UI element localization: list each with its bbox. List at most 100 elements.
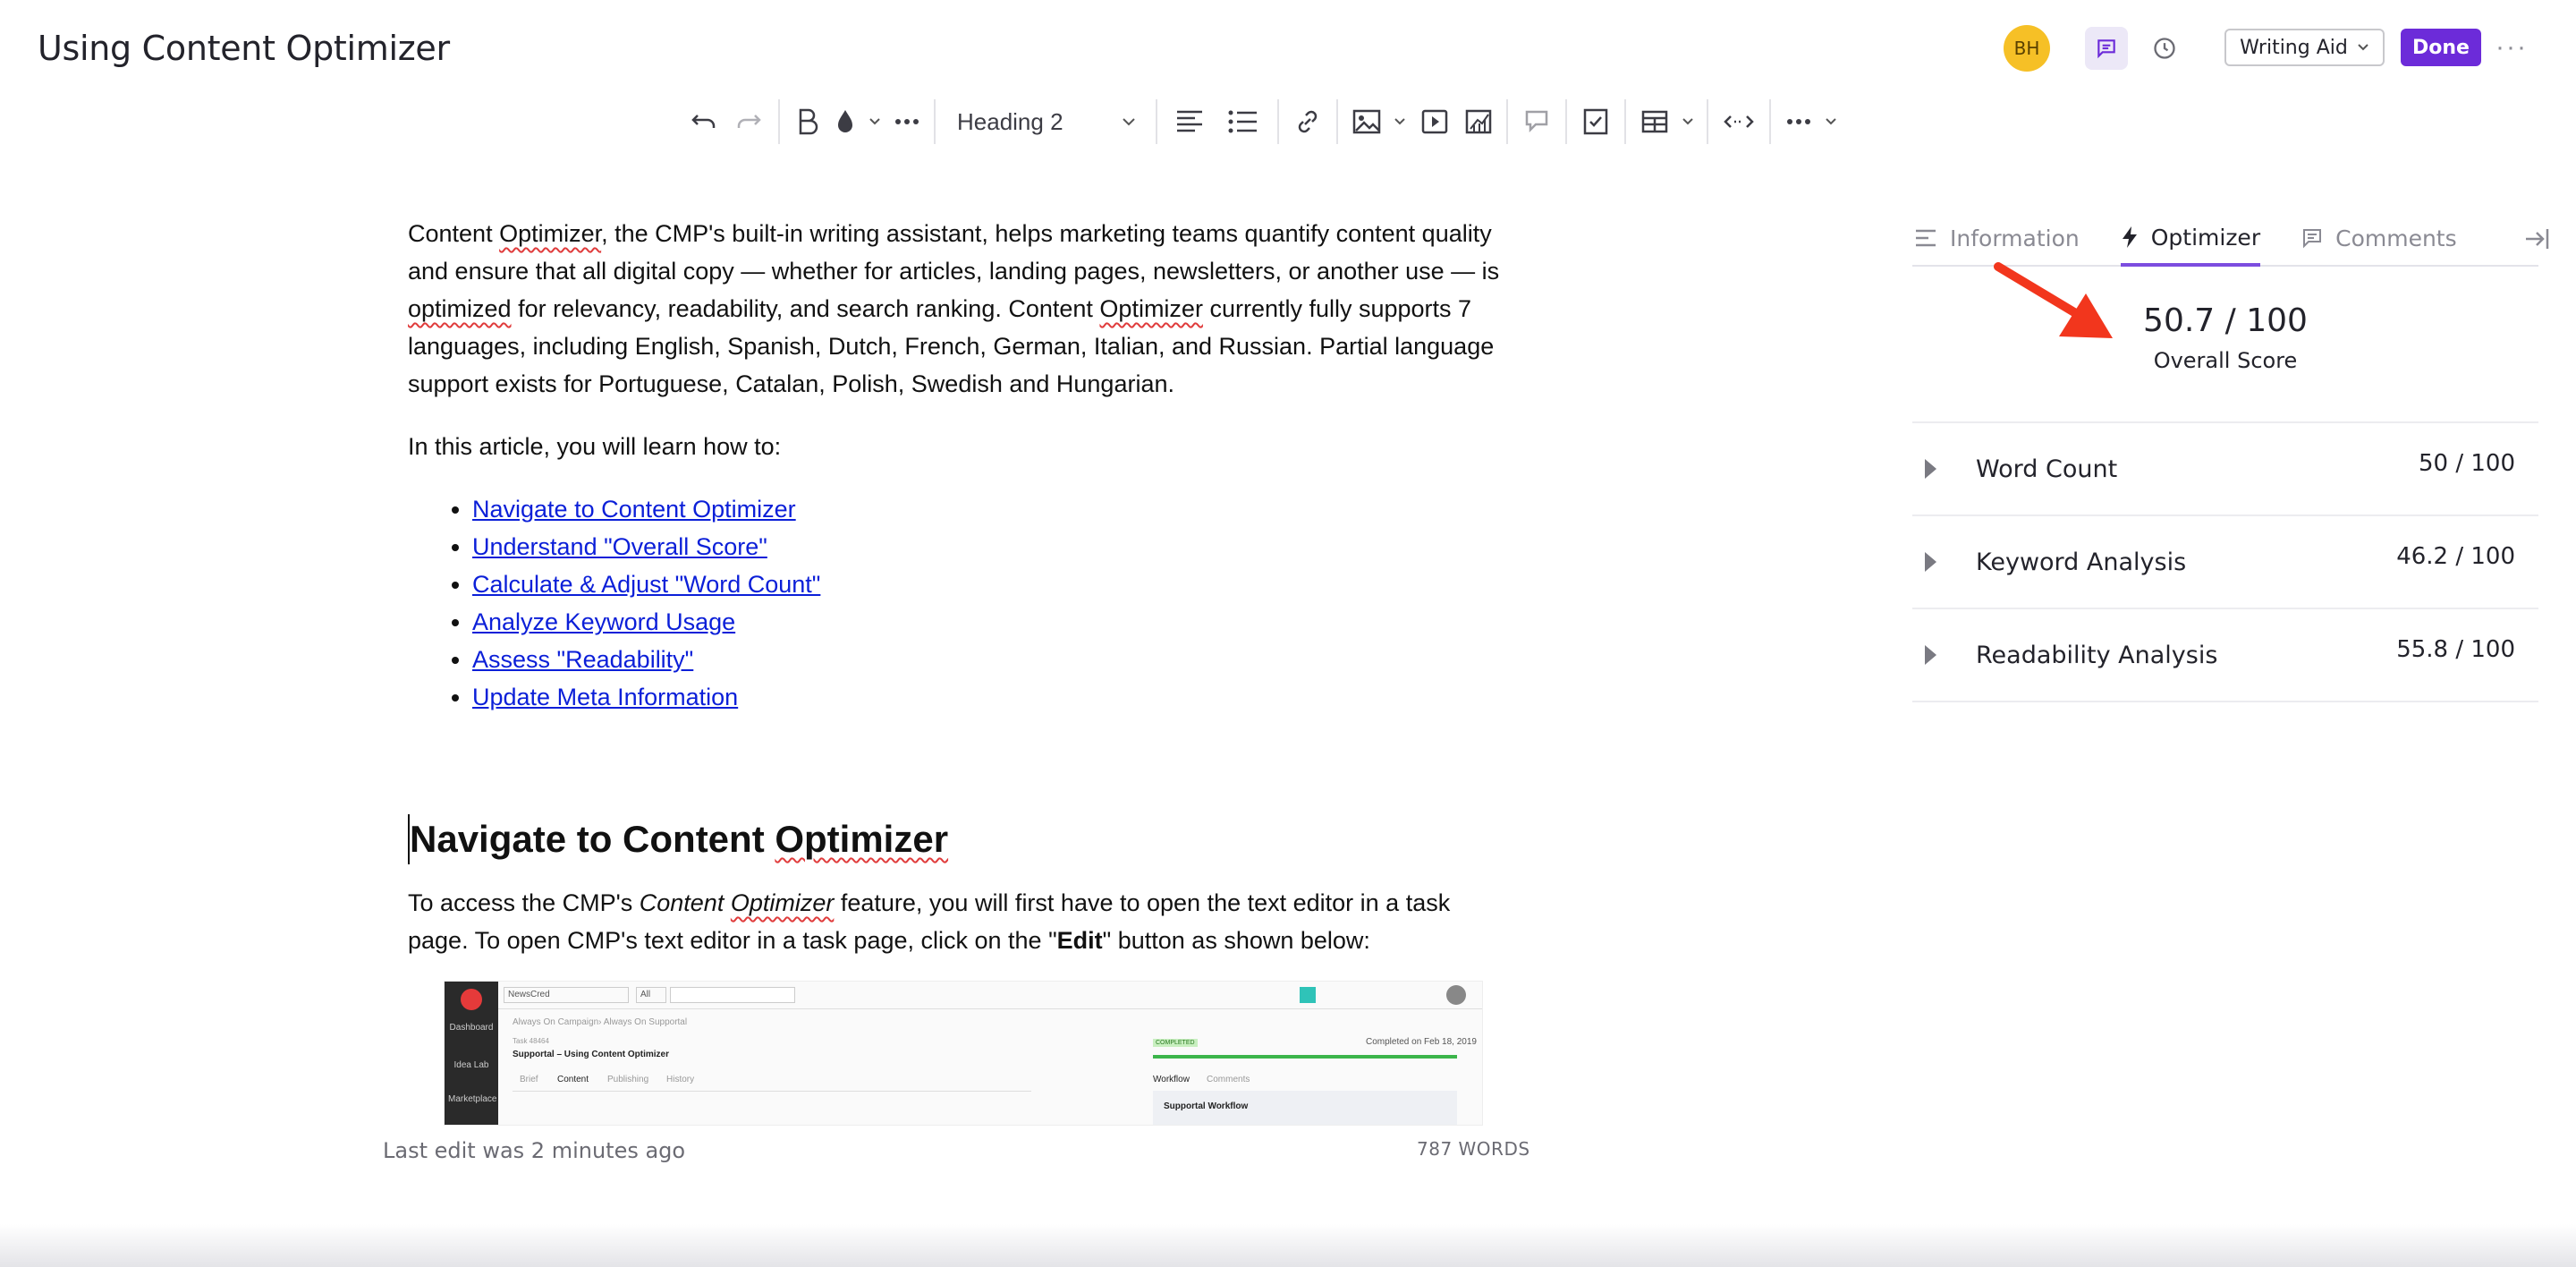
spelling-flag: Optimizer [1099, 295, 1203, 322]
embed-status-badge: COMPLETED [1153, 1039, 1198, 1047]
bullet-list-button[interactable] [1215, 98, 1270, 145]
embed-workspace-select: NewsCred [504, 987, 629, 1003]
toolbar-divider [1277, 99, 1279, 144]
image-icon [1352, 109, 1381, 134]
collapse-panel-button[interactable] [2524, 227, 2551, 255]
spelling-flag: optimized [408, 295, 512, 322]
insert-image-button[interactable] [1345, 98, 1388, 145]
link-button[interactable] [1286, 98, 1329, 145]
embed-progress-bar [1153, 1055, 1457, 1059]
insert-chart-button[interactable] [1458, 98, 1499, 145]
comment-flag-icon [1525, 110, 1548, 133]
embed-task-title: Supportal – Using Content Optimizer [513, 1050, 670, 1059]
toolbar-divider [1506, 99, 1508, 144]
toc-link[interactable]: Analyze Keyword Usage [472, 608, 735, 635]
toolbar-divider [1156, 99, 1157, 144]
embed-wf-tab: Comments [1207, 1075, 1250, 1084]
more-tools-button[interactable] [1778, 98, 1819, 145]
writing-aid-dropdown[interactable]: Writing Aid [2224, 29, 2385, 66]
spelling-flag: Optimizer [775, 818, 949, 860]
embed-workflow-name: Supportal Workflow [1164, 1101, 1249, 1111]
insert-checklist-button[interactable] [1574, 98, 1617, 145]
clock-icon [2154, 38, 2175, 59]
toolbar-divider [778, 99, 780, 144]
metric-name: Word Count [1976, 455, 2118, 483]
toc-link[interactable]: Assess "Readability" [472, 646, 693, 673]
embed-tab: Content [557, 1075, 589, 1084]
chevron-down-icon [1394, 118, 1405, 125]
add-comment-button[interactable] [1515, 98, 1558, 145]
document-title[interactable]: Using Content Optimizer [38, 29, 450, 68]
insert-image-dropdown[interactable] [1388, 98, 1411, 145]
embed-sidebar: Dashboard Idea Lab Marketplace [445, 982, 498, 1125]
embed-tab: Publishing [607, 1075, 649, 1084]
more-options-icon[interactable]: ··· [2496, 32, 2528, 63]
insert-table-dropdown[interactable] [1676, 98, 1699, 145]
annotation-arrow-icon [1994, 262, 2113, 338]
chart-icon [1465, 109, 1492, 134]
tab-optimizer[interactable]: Optimizer [2120, 211, 2261, 267]
spelling-flag: Optimizer [730, 889, 835, 916]
bullet-list-icon [1228, 110, 1257, 133]
score-breakdown: Word Count 50 / 100 Keyword Analysis 46.… [1912, 421, 2538, 702]
undo-button[interactable] [682, 98, 726, 145]
list-item: Navigate to Content Optimizer [472, 490, 1508, 528]
collapse-right-icon [2526, 229, 2549, 249]
ellipsis-icon [1787, 119, 1810, 124]
chevron-down-icon [1682, 118, 1693, 125]
done-button[interactable]: Done [2401, 29, 2481, 66]
redo-button[interactable] [726, 98, 771, 145]
panel-tabs: Information Optimizer Comments [1912, 210, 2549, 267]
redo-icon [737, 115, 761, 128]
align-button[interactable] [1165, 98, 1215, 145]
bold-button[interactable] [787, 98, 828, 145]
block-style-value: Heading 2 [957, 107, 1063, 135]
table-icon [1641, 110, 1668, 133]
more-formatting-button[interactable] [887, 98, 927, 145]
embed-breadcrumb: Always On Campaign› Always On Supportal [513, 1017, 688, 1027]
toc-link[interactable]: Calculate & Adjust "Word Count" [472, 571, 820, 598]
toc-list: Navigate to Content Optimizer Understand… [472, 490, 1508, 716]
intro-paragraph: Content Optimizer, the CMP's built-in wr… [408, 220, 1500, 397]
text-color-button[interactable] [828, 98, 862, 145]
history-button[interactable] [2143, 27, 2186, 70]
editor-toolbar: Heading 2 [682, 98, 1843, 145]
chevron-down-icon [1826, 118, 1836, 125]
insert-table-button[interactable] [1633, 98, 1676, 145]
embed-tab: History [666, 1075, 695, 1084]
embed-add-icon [1300, 987, 1316, 1003]
toc-link[interactable]: Update Meta Information [472, 684, 738, 710]
expand-triangle-icon [1925, 552, 1936, 572]
list-item: Analyze Keyword Usage [472, 603, 1508, 641]
embed-tab: Brief [520, 1075, 538, 1084]
toolbar-divider [1707, 99, 1708, 144]
tab-information[interactable]: Information [1914, 210, 2080, 266]
toc-link[interactable]: Navigate to Content Optimizer [472, 496, 796, 523]
embed-nav-item: Idea Lab [453, 1060, 489, 1070]
info-lines-icon [1916, 229, 1936, 247]
tab-comments[interactable]: Comments [2301, 210, 2457, 266]
more-tools-dropdown[interactable] [1819, 98, 1843, 145]
bold-icon [799, 108, 818, 135]
tab-label: Comments [2335, 225, 2457, 251]
full-width-toggle[interactable] [1716, 98, 1762, 145]
tab-label: Information [1950, 225, 2080, 251]
metric-keyword-analysis[interactable]: Keyword Analysis 46.2 / 100 [1912, 516, 2538, 609]
comments-toggle-button[interactable] [2085, 27, 2128, 70]
user-avatar[interactable]: BH [2004, 25, 2050, 72]
editor-content[interactable]: Content Optimizer, the CMP's built-in wr… [408, 215, 1508, 984]
expand-triangle-icon [1925, 645, 1936, 665]
block-style-select[interactable]: Heading 2 [943, 98, 1148, 145]
last-edit-status: Last edit was 2 minutes ago [383, 1138, 686, 1163]
metric-readability-analysis[interactable]: Readability Analysis 55.8 / 100 [1912, 609, 2538, 702]
metric-value: 55.8 / 100 [2396, 636, 2515, 663]
chevron-down-icon [2358, 44, 2368, 51]
insert-video-button[interactable] [1411, 98, 1458, 145]
toolbar-divider [934, 99, 936, 144]
learn-intro: In this article, you will learn how to: [408, 433, 782, 460]
metric-word-count[interactable]: Word Count 50 / 100 [1912, 423, 2538, 516]
link-icon [1298, 110, 1318, 133]
toc-link[interactable]: Understand "Overall Score" [472, 533, 767, 560]
text-color-dropdown[interactable] [862, 98, 887, 145]
chevron-down-icon [1123, 118, 1135, 126]
